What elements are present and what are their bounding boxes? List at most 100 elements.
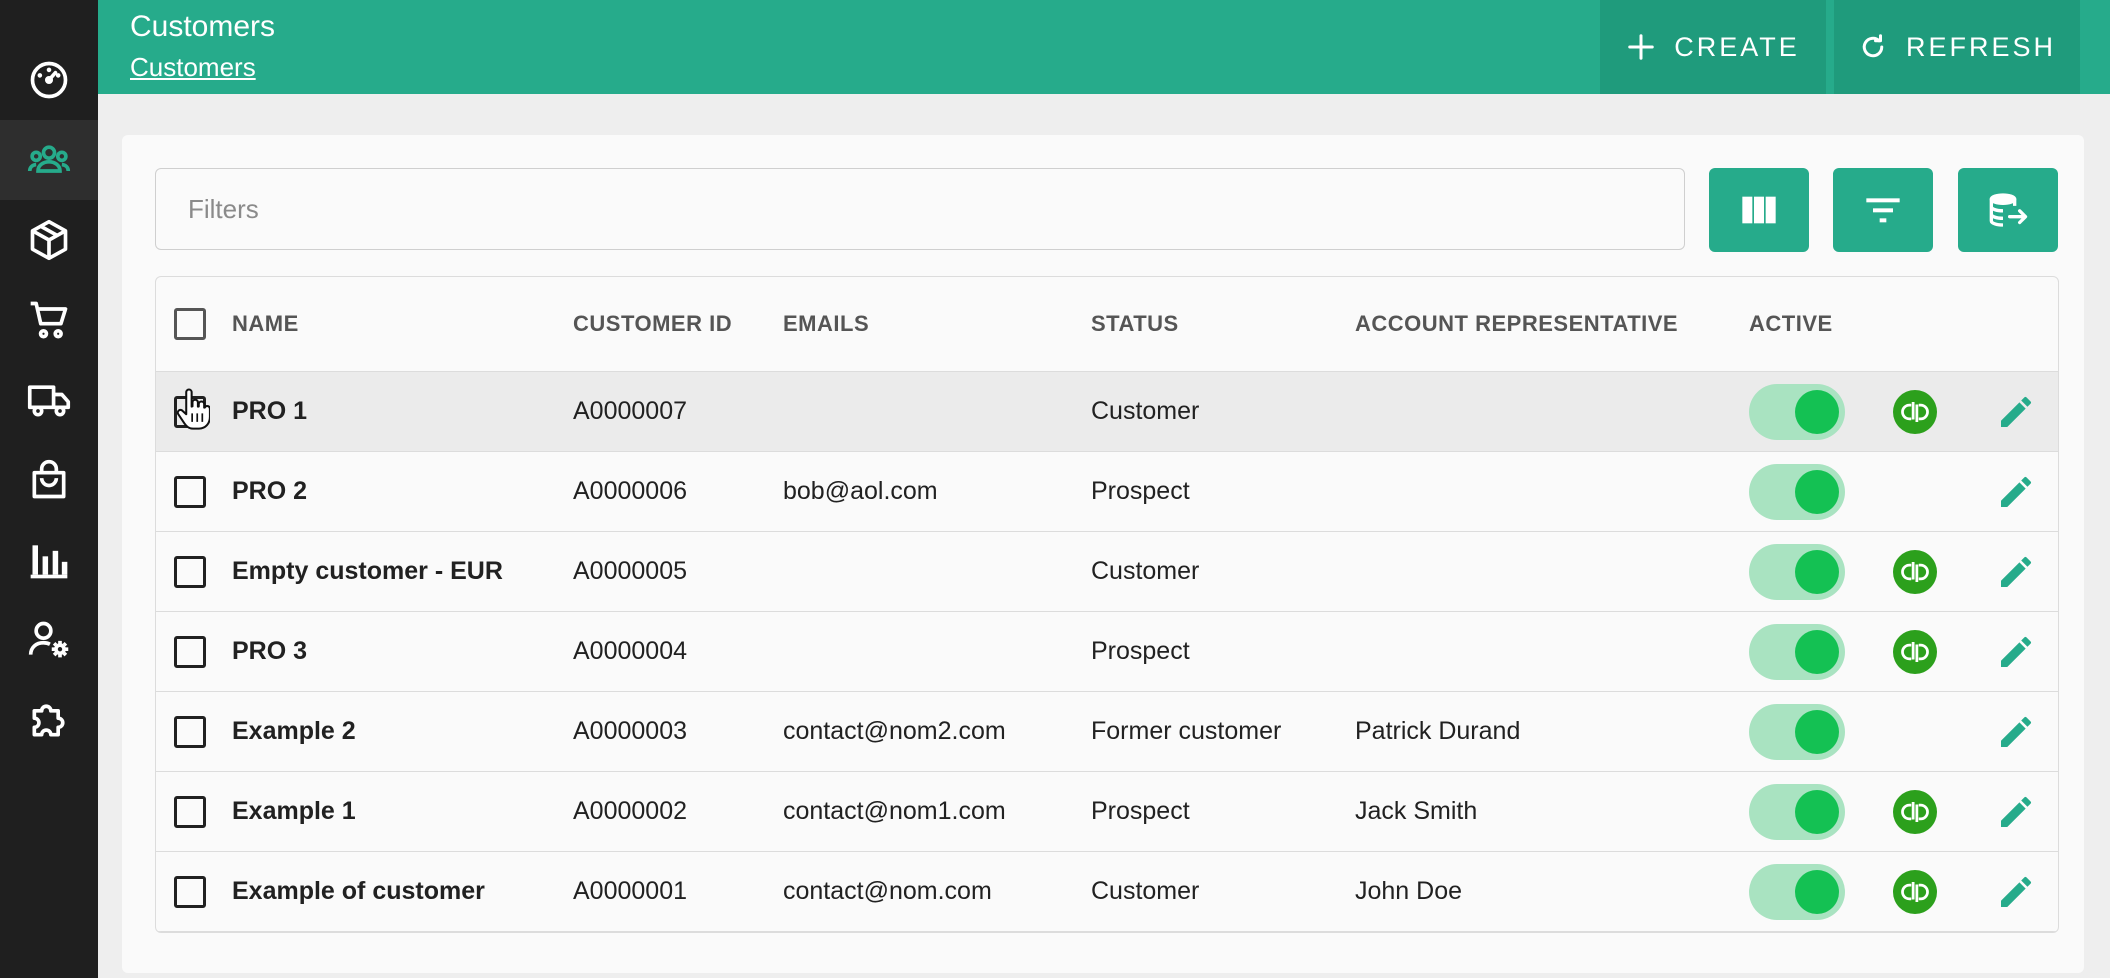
table-row[interactable]: Example of customer A0000001 contact@nom.c…: [156, 852, 2058, 932]
sidebar-item-products[interactable]: [0, 200, 98, 280]
account-representative: John Doe: [1355, 877, 1463, 905]
edit-button[interactable]: [1996, 772, 2036, 851]
active-toggle[interactable]: [1749, 703, 1845, 760]
active-toggle[interactable]: [1749, 783, 1845, 840]
active-toggle[interactable]: [1749, 863, 1845, 920]
edit-button[interactable]: [1996, 692, 2036, 771]
sidebar-item-extensions[interactable]: [0, 680, 98, 760]
customer-status: Prospect: [1091, 637, 1190, 665]
sidebar-item-customers[interactable]: [0, 120, 98, 200]
toggle-knob: [1795, 789, 1839, 834]
edit-button[interactable]: [1996, 532, 2036, 611]
customer-name[interactable]: PRO 3: [232, 612, 307, 691]
sidebar-item-shop[interactable]: [0, 440, 98, 520]
table-header-row: NAME CUSTOMER ID EMAILS STATUS ACCOUNT R…: [156, 277, 2058, 372]
active-toggle-cell: [1749, 612, 1845, 691]
customer-status: Customer: [1091, 397, 1200, 425]
customer-id: A0000006: [573, 477, 688, 505]
row-checkbox-cell: [170, 692, 210, 771]
select-all-checkbox[interactable]: [174, 308, 206, 340]
quickbooks-logo-icon: [1901, 881, 1929, 902]
table-row[interactable]: PRO 3 A0000004 Prospect: [156, 612, 2058, 692]
quickbooks-cell: [1893, 532, 1937, 611]
sidebar: [0, 0, 98, 978]
column-header-account-representative[interactable]: ACCOUNT REPRESENTATIVE: [1355, 277, 1678, 371]
edit-button[interactable]: [1996, 852, 2036, 931]
row-checkbox[interactable]: [174, 715, 206, 748]
table-row[interactable]: Example 2 A0000003 contact@nom2.com Former …: [156, 692, 2058, 772]
quickbooks-sync-badge[interactable]: [1893, 789, 1937, 834]
quickbooks-sync-badge[interactable]: [1893, 389, 1937, 434]
sidebar-item-user-settings[interactable]: [0, 600, 98, 680]
shopping-bag-icon: [32, 459, 66, 499]
quickbooks-cell: [1893, 772, 1937, 851]
edit-button[interactable]: [1996, 612, 2036, 691]
customer-name[interactable]: Example 1: [232, 772, 356, 851]
row-checkbox-cell: [170, 372, 210, 451]
pencil-edit-icon: [2001, 396, 2031, 427]
pencil-edit-icon: [2001, 796, 2031, 827]
customer-id: A0000004: [573, 637, 688, 665]
column-header-emails[interactable]: EMAILS: [783, 277, 869, 371]
row-checkbox[interactable]: [174, 555, 206, 588]
filters-input[interactable]: [155, 168, 1685, 250]
customer-name[interactable]: PRO 2: [232, 452, 307, 531]
quickbooks-cell: [1893, 612, 1937, 691]
quickbooks-sync-badge[interactable]: [1893, 629, 1937, 674]
active-toggle[interactable]: [1749, 463, 1845, 520]
filter-button[interactable]: [1833, 168, 1933, 252]
export-button[interactable]: [1958, 168, 2058, 252]
filter-list-icon: [1866, 198, 1900, 223]
quickbooks-sync-badge[interactable]: [1893, 549, 1937, 594]
table-row[interactable]: Empty customer - EUR A0000005 Customer: [156, 532, 2058, 612]
column-header-status[interactable]: STATUS: [1091, 277, 1179, 371]
customer-id: A0000003: [573, 717, 688, 745]
row-checkbox[interactable]: [174, 875, 206, 908]
toggle-knob: [1795, 389, 1839, 434]
database-export-icon: [1989, 193, 2028, 227]
pencil-edit-icon: [2001, 716, 2031, 747]
row-checkbox[interactable]: [174, 395, 206, 428]
quickbooks-logo-icon: [1901, 641, 1929, 662]
pencil-edit-icon: [2001, 556, 2031, 587]
row-checkbox[interactable]: [174, 635, 206, 668]
active-toggle[interactable]: [1749, 623, 1845, 680]
table-row[interactable]: Example 1 A0000002 contact@nom1.com Prospec…: [156, 772, 2058, 852]
sidebar-item-reports[interactable]: [0, 520, 98, 600]
account-representative: Jack Smith: [1355, 797, 1478, 825]
sidebar-item-orders[interactable]: [0, 280, 98, 360]
toggle-knob: [1795, 709, 1839, 754]
row-checkbox[interactable]: [174, 475, 206, 508]
account-representative: Patrick Durand: [1355, 717, 1521, 745]
sidebar-item-dashboard[interactable]: [0, 40, 98, 120]
customer-id: A0000007: [573, 397, 688, 425]
table-row[interactable]: PRO 1 A0000007 Customer: [156, 372, 2058, 452]
breadcrumb-customers[interactable]: Customers: [130, 52, 256, 83]
row-checkbox[interactable]: [174, 795, 206, 828]
quickbooks-sync-badge[interactable]: [1893, 869, 1937, 914]
quickbooks-cell: [1893, 372, 1937, 451]
customer-name[interactable]: Example of customer: [232, 852, 485, 931]
sidebar-item-deliveries[interactable]: [0, 360, 98, 440]
customer-name[interactable]: Example 2: [232, 692, 356, 771]
customer-status: Former customer: [1091, 717, 1282, 745]
table-row[interactable]: PRO 2 A0000006 bob@aol.com Prospect: [156, 452, 2058, 532]
column-header-customer-id[interactable]: CUSTOMER ID: [573, 277, 732, 371]
column-header-name[interactable]: NAME: [232, 277, 299, 371]
customers-group-icon: [27, 145, 71, 173]
active-toggle[interactable]: [1749, 383, 1845, 440]
columns-button[interactable]: [1709, 168, 1809, 252]
active-toggle-cell: [1749, 852, 1845, 931]
page-title: Customers: [130, 10, 276, 43]
customer-name[interactable]: Empty customer - EUR: [232, 532, 503, 611]
row-checkbox-cell: [170, 452, 210, 531]
edit-button[interactable]: [1996, 452, 2036, 531]
customer-name[interactable]: PRO 1: [232, 372, 307, 451]
active-toggle[interactable]: [1749, 543, 1845, 600]
customer-id: A0000002: [573, 797, 688, 825]
edit-button[interactable]: [1996, 372, 2036, 451]
refresh-button[interactable]: REFRESH: [1834, 0, 2080, 94]
create-button[interactable]: CREATE: [1600, 0, 1826, 94]
shopping-cart-icon: [30, 301, 68, 339]
column-header-active[interactable]: ACTIVE: [1749, 277, 1833, 371]
